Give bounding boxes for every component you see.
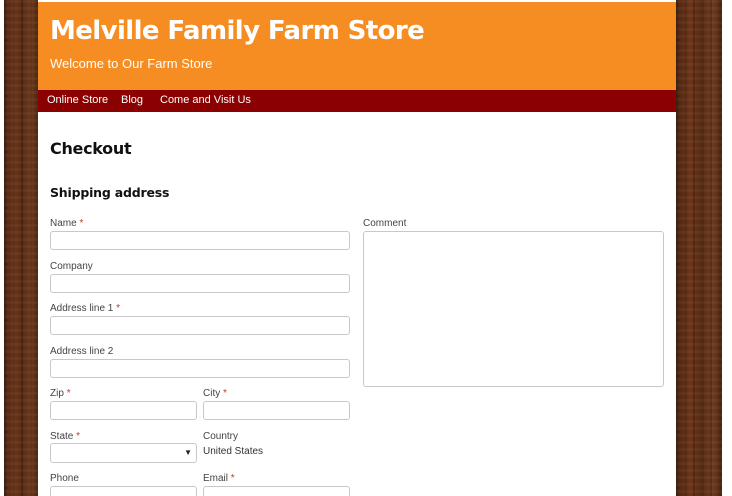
section-title-shipping-address: Shipping address bbox=[50, 185, 170, 200]
chevron-down-icon: ▼ bbox=[184, 448, 192, 457]
zip-label: Zip * bbox=[50, 388, 71, 399]
address-line-1-label-text: Address line 1 bbox=[50, 303, 114, 314]
comment-textarea[interactable] bbox=[363, 231, 664, 387]
city-label-text: City bbox=[203, 388, 221, 399]
country-label: Country bbox=[203, 431, 238, 442]
city-input[interactable] bbox=[203, 401, 350, 420]
phone-label: Phone bbox=[50, 473, 79, 484]
company-label: Company bbox=[50, 261, 93, 272]
nav-item-online-store[interactable]: Online Store bbox=[47, 94, 108, 106]
main-nav: Online Store Blog Come and Visit Us bbox=[38, 90, 676, 112]
required-marker: * bbox=[76, 431, 81, 442]
country-label-text: Country bbox=[203, 431, 239, 442]
address-line-1-label: Address line 1 * bbox=[50, 303, 120, 314]
state-label-text: State bbox=[50, 431, 74, 442]
company-input[interactable] bbox=[50, 274, 350, 293]
name-input[interactable] bbox=[50, 231, 350, 250]
email-label: Email * bbox=[203, 473, 235, 484]
page-edge-right bbox=[722, 0, 732, 496]
required-marker: * bbox=[230, 473, 235, 484]
email-label-text: Email bbox=[203, 473, 229, 484]
address-line-2-label: Address line 2 bbox=[50, 346, 113, 357]
address-line-1-input[interactable] bbox=[50, 316, 350, 335]
required-marker: * bbox=[223, 388, 227, 399]
email-input[interactable] bbox=[203, 486, 350, 496]
state-select[interactable]: ▼ bbox=[50, 443, 197, 463]
company-label-text: Company bbox=[50, 261, 93, 272]
country-value: United States bbox=[203, 446, 264, 457]
site-header: Melville Family Farm Store Welcome to Ou… bbox=[38, 2, 676, 90]
page-title: Checkout bbox=[50, 139, 132, 158]
nav-item-blog[interactable]: Blog bbox=[121, 94, 143, 106]
site-title[interactable]: Melville Family Farm Store bbox=[50, 16, 425, 46]
required-marker: * bbox=[66, 388, 71, 399]
name-label: Name * bbox=[50, 218, 83, 229]
wood-background-right bbox=[676, 0, 722, 496]
name-label-text: Name bbox=[50, 218, 77, 229]
site-tagline: Welcome to Our Farm Store bbox=[50, 56, 213, 71]
wood-background-left bbox=[4, 0, 38, 496]
state-label: State * bbox=[50, 431, 80, 442]
page-container: Melville Family Farm Store Welcome to Ou… bbox=[38, 0, 676, 496]
city-label: City * bbox=[203, 388, 227, 399]
phone-input[interactable] bbox=[50, 486, 197, 496]
comment-label-text: Comment bbox=[363, 218, 407, 229]
comment-label: Comment bbox=[363, 218, 406, 229]
phone-label-text: Phone bbox=[50, 473, 79, 484]
nav-item-come-and-visit-us[interactable]: Come and Visit Us bbox=[160, 94, 251, 106]
address-line-2-label-text: Address line 2 bbox=[50, 346, 114, 357]
required-marker: * bbox=[116, 303, 121, 314]
address-line-2-input[interactable] bbox=[50, 359, 350, 378]
zip-label-text: Zip bbox=[50, 388, 64, 399]
zip-input[interactable] bbox=[50, 401, 197, 420]
required-marker: * bbox=[79, 218, 84, 229]
